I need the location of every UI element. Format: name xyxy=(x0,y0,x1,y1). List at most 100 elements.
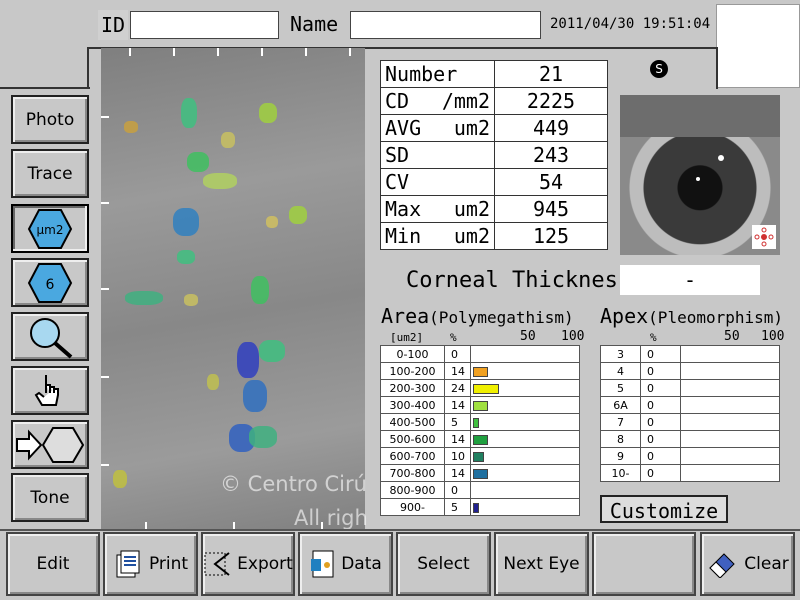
apex-row: 50 xyxy=(600,379,780,397)
stats-value: 54 xyxy=(494,168,608,196)
stats-table: Number 21 CD/mm2 2225 AVG um2 449 SD 243 CV 54 Max u… xyxy=(380,60,608,250)
area-row: 0-100 0 xyxy=(380,345,580,363)
id-field[interactable] xyxy=(130,11,279,39)
apex-pct: 0 xyxy=(640,396,681,414)
area-row: 700-800 14 xyxy=(380,464,580,482)
area-range: 400-500 xyxy=(380,413,445,431)
stats-label: Min um2 xyxy=(380,222,495,250)
name-field[interactable] xyxy=(350,11,541,39)
area-range: 600-700 xyxy=(380,447,445,465)
tone-button[interactable]: Tone xyxy=(11,473,89,522)
area-pct: 24 xyxy=(444,379,471,397)
area-row: 500-600 14 xyxy=(380,430,580,448)
apex-row: 90 xyxy=(600,447,780,465)
area-pct-header: % xyxy=(450,331,457,344)
export-button[interactable]: Export xyxy=(201,532,295,596)
apex-scale-100: 100 xyxy=(761,329,785,344)
stats-value: 945 xyxy=(494,195,608,223)
apex-count: 5 xyxy=(600,379,641,397)
corneal-thickness-value: - xyxy=(620,265,760,295)
area-histogram: 0-100 0 100-200 14 200-300 24 300-400 14 400-500… xyxy=(380,345,580,516)
area-pct: 14 xyxy=(444,430,471,448)
select-label: Select xyxy=(417,554,470,574)
area-bar-cell xyxy=(470,464,580,482)
apex-histogram: 3 0 4 0 5 0 6A 0 7 0 8 0 9 0 10- 0 xyxy=(600,345,780,482)
um2-button[interactable]: μm2 xyxy=(11,204,89,253)
area-bar-cell xyxy=(470,447,580,465)
stats-value: 449 xyxy=(494,114,608,142)
trace-button[interactable]: Trace xyxy=(11,149,89,198)
area-range: 300-400 xyxy=(380,396,445,414)
area-range: 200-300 xyxy=(380,379,445,397)
hexagon-6-icon: 6 xyxy=(27,262,73,303)
area-range: 700-800 xyxy=(380,464,445,482)
stats-row: Number 21 xyxy=(380,60,608,88)
apex-title: Apex(Pleomorphism) xyxy=(600,304,784,328)
apex-row: 40 xyxy=(600,362,780,380)
specular-image[interactable] xyxy=(101,48,365,530)
next-eye-button[interactable]: Next Eye xyxy=(494,532,589,596)
stats-label: SD xyxy=(380,141,495,169)
stats-label: Max um2 xyxy=(380,195,495,223)
print-button[interactable]: Print xyxy=(103,532,198,596)
edit-button[interactable]: Edit xyxy=(6,532,100,596)
area-pct: 14 xyxy=(444,362,471,380)
arrow-hex-button[interactable] xyxy=(11,420,89,469)
fixation-target-icon xyxy=(752,225,776,249)
area-bar-cell xyxy=(470,498,580,516)
apex-bar-cell xyxy=(680,464,780,482)
apex-bar-cell xyxy=(680,396,780,414)
tab-baseline xyxy=(0,87,90,89)
area-range: 0-100 xyxy=(380,345,445,363)
area-title: Area(Polymegathism) xyxy=(381,304,574,328)
arrow-hexagon-icon xyxy=(16,426,85,463)
stats-label: AVG um2 xyxy=(380,114,495,142)
area-bar xyxy=(473,502,479,513)
stats-label: CV xyxy=(380,168,495,196)
data-document-icon xyxy=(311,550,334,578)
watermark-line2: All righ xyxy=(294,506,368,530)
eye-photo[interactable] xyxy=(620,95,780,255)
area-row: 400-500 5 xyxy=(380,413,580,431)
stats-value: 243 xyxy=(494,141,608,169)
apex-bar-cell xyxy=(680,447,780,465)
header-blank-box xyxy=(716,4,800,88)
stats-value: 2225 xyxy=(494,87,608,115)
clear-label: Clear xyxy=(744,554,789,574)
apex-scale-50: 50 xyxy=(724,329,740,344)
printer-icon xyxy=(116,550,140,578)
magnifier-icon xyxy=(30,317,73,359)
blank-button[interactable] xyxy=(592,532,696,596)
apex-pct: 0 xyxy=(640,379,681,397)
area-pct: 5 xyxy=(444,413,471,431)
area-bar-cell xyxy=(470,362,580,380)
customize-button[interactable]: Customize xyxy=(600,495,728,523)
clear-button[interactable]: Clear xyxy=(700,532,795,596)
apex-count: 4 xyxy=(600,362,641,380)
hex6-button[interactable]: 6 xyxy=(11,258,89,307)
data-button[interactable]: Data xyxy=(298,532,393,596)
edit-label: Edit xyxy=(36,554,70,574)
select-button[interactable]: Select xyxy=(396,532,491,596)
zoom-button[interactable] xyxy=(11,312,89,361)
id-label: ID xyxy=(100,13,126,37)
area-bar-cell xyxy=(470,379,580,397)
apex-pct: 0 xyxy=(640,345,681,363)
area-pct: 10 xyxy=(444,447,471,465)
apex-row: 6A 0 xyxy=(600,396,780,414)
stats-value: 125 xyxy=(494,222,608,250)
area-bar xyxy=(473,400,489,411)
apex-pct: 0 xyxy=(640,430,681,448)
apex-count: 10- xyxy=(600,464,641,482)
area-scale-50: 50 xyxy=(520,329,536,344)
area-pct: 14 xyxy=(444,464,471,482)
photo-button[interactable]: Photo xyxy=(11,95,89,144)
hand-button[interactable] xyxy=(11,366,89,415)
area-bar-cell xyxy=(470,345,580,363)
stats-row: AVG um2 449 xyxy=(380,114,608,142)
area-row: 100-200 14 xyxy=(380,362,580,380)
stats-row: Max um2 945 xyxy=(380,195,608,223)
svg-text:6: 6 xyxy=(46,277,55,293)
stats-row: Min um2 125 xyxy=(380,222,608,250)
area-bar xyxy=(473,451,484,462)
